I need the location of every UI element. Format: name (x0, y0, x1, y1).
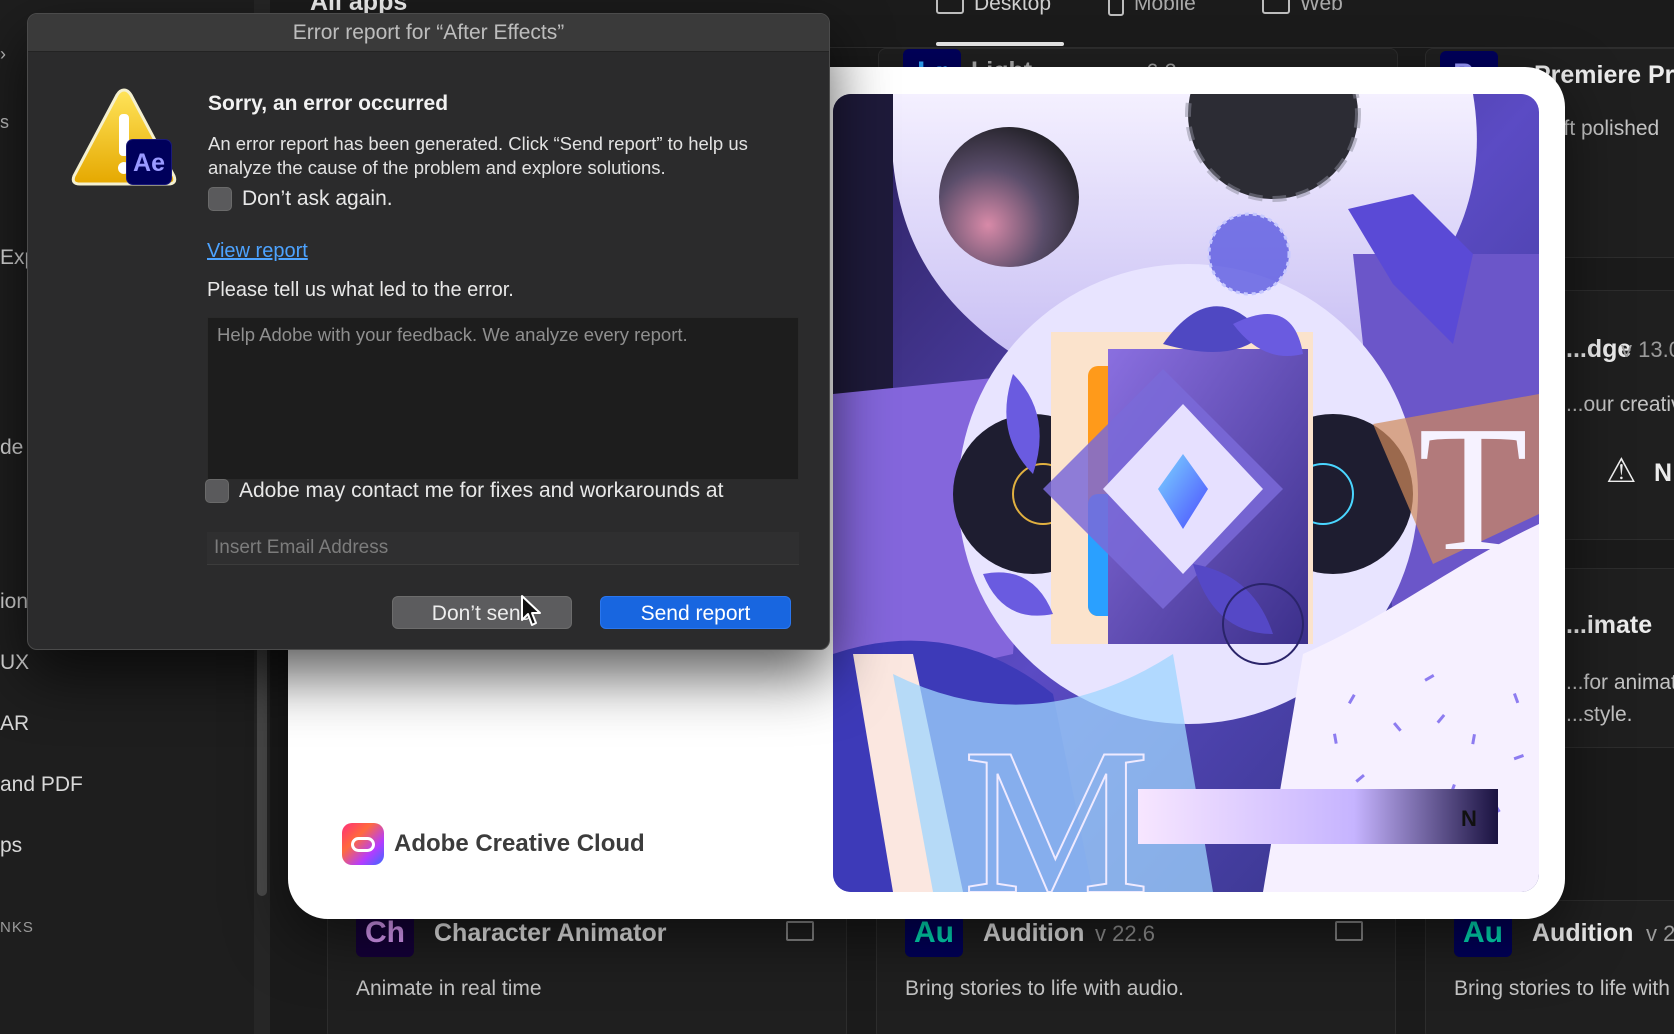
view-report-link[interactable]: View report (207, 240, 308, 263)
tab-web-label: Web (1300, 0, 1343, 15)
warning-icon: ⚠ (1606, 452, 1637, 490)
after-effects-badge: Ae (126, 139, 172, 185)
app-card-audition[interactable]: Au Audition v 22.6 Bring stories to life… (876, 900, 1396, 1034)
tab-web[interactable]: Web (1262, 0, 1343, 16)
sidebar-item-design[interactable]: de (0, 436, 23, 460)
app-version: v 2 (1646, 921, 1674, 946)
app-card-character-animator[interactable]: Ch Character Animator Animate in real ti… (327, 900, 847, 1034)
sidebar-item-pdf[interactable]: and PDF (0, 773, 83, 797)
app-version: v 13.0 (1621, 337, 1674, 362)
dialog-title[interactable]: Error report for “After Effects” (28, 14, 829, 52)
desktop-icon (786, 921, 814, 941)
dont-ask-again-checkbox-row[interactable]: Don’t ask again. (208, 187, 393, 211)
desktop-icon (1335, 921, 1363, 941)
contact-label: Adobe may contact me for fixes and worka… (239, 479, 724, 502)
contact-checkbox-row[interactable]: Adobe may contact me for fixes and worka… (205, 479, 723, 503)
dont-send-button[interactable]: Don’t send (392, 596, 572, 629)
warning-text: N (1654, 459, 1673, 487)
app-name: Character Animator (434, 919, 667, 947)
send-report-button[interactable]: Send report (600, 596, 791, 629)
sidebar-item-apps[interactable]: ps (0, 834, 22, 858)
app-description: Bring stories to life with audio. (905, 977, 1184, 1000)
splash-letter-m: M (963, 706, 1150, 892)
sidebar-item-ar[interactable]: AR (0, 712, 29, 736)
tab-mobile[interactable]: Mobile (1108, 0, 1196, 16)
sidebar-item-motion[interactable]: ion (0, 590, 28, 614)
tab-desktop[interactable]: Desktop (936, 0, 1051, 16)
desktop-icon (936, 0, 964, 14)
dialog-heading: Sorry, an error occurred (208, 92, 449, 115)
splash-illustration: T M N (833, 94, 1539, 892)
app-name: Audition (983, 919, 1085, 947)
dont-ask-again-checkbox[interactable] (208, 187, 232, 211)
email-field[interactable] (207, 532, 799, 565)
tab-desktop-label: Desktop (974, 0, 1052, 15)
screen: › s Exp de ion UX AR and PDF ps NKS All … (0, 0, 1674, 1034)
web-icon (1262, 0, 1290, 14)
mouse-cursor-icon (521, 595, 541, 626)
active-tab-indicator (936, 42, 1064, 46)
app-name: Audition (1532, 919, 1634, 947)
app-card-audition-2[interactable]: Au Audition v 2 Bring stories to life wi… (1425, 900, 1674, 1034)
app-description-2: ...style. (1566, 703, 1633, 726)
feedback-prompt: Please tell us what led to the error. (207, 279, 514, 301)
sidebar-section-links: NKS (0, 919, 34, 936)
dont-ask-again-label: Don’t ask again. (242, 187, 393, 210)
error-report-dialog: Error report for “After Effects” Ae Sorr… (27, 13, 830, 650)
app-version: v 22.6 (1095, 921, 1155, 946)
contact-checkbox[interactable] (205, 479, 229, 503)
app-description: ...for animatio (1566, 671, 1674, 694)
app-name: ...imate (1566, 611, 1653, 639)
mobile-icon (1108, 0, 1124, 16)
dialog-message: An error report has been generated. Clic… (208, 133, 748, 178)
brand-name: Adobe Creative Cloud (394, 830, 645, 857)
splash-artwork: T M N (833, 94, 1539, 892)
app-description: ...our creativ (1566, 393, 1674, 416)
feedback-textarea[interactable] (207, 317, 799, 480)
sidebar-item-ux[interactable]: UX (0, 651, 29, 675)
app-description: Bring stories to life with (1454, 977, 1670, 1000)
creative-cloud-brand: Adobe Creative Cloud (342, 823, 645, 865)
sidebar-item-marker[interactable]: s (0, 112, 9, 133)
creative-cloud-logo-icon (342, 823, 384, 865)
tab-mobile-label: Mobile (1134, 0, 1196, 15)
splash-letter-n: N (1461, 806, 1477, 831)
app-description: Animate in real time (356, 977, 542, 1000)
sidebar-item-top[interactable]: › (0, 44, 6, 65)
